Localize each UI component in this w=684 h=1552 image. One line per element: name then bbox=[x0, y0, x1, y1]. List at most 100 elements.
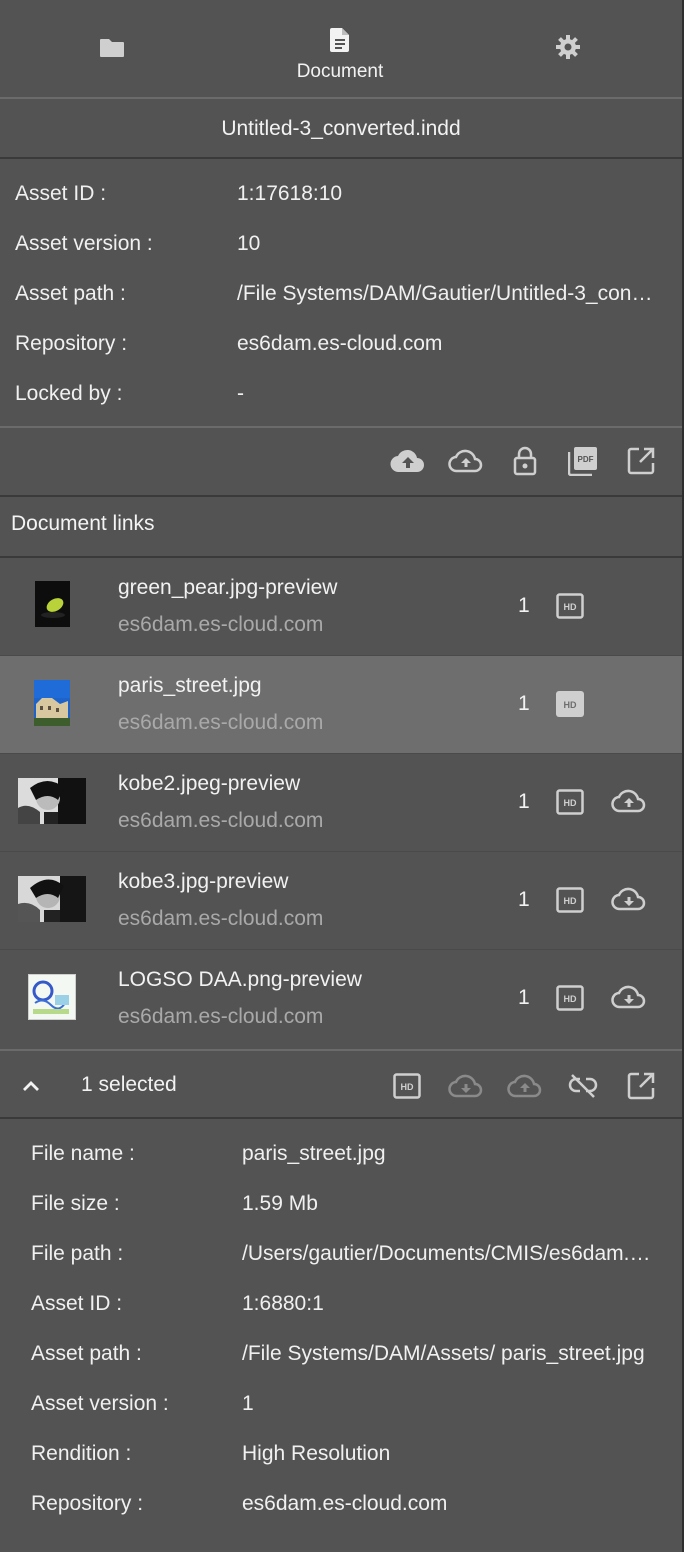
hd-icon[interactable]: HD bbox=[556, 691, 584, 722]
detail-asset-path-value: /File Systems/DAM/Assets/ paris_street.j… bbox=[242, 1342, 645, 1365]
divider bbox=[0, 97, 682, 99]
open-external-icon bbox=[627, 447, 655, 475]
link-count: 1 bbox=[518, 790, 530, 813]
prop-locked-by-label: Locked by : bbox=[15, 382, 123, 405]
prop-asset-id-label: Asset ID : bbox=[15, 182, 107, 205]
link-count: 1 bbox=[518, 888, 530, 911]
detail-rendition-label: Rendition : bbox=[31, 1442, 132, 1465]
detail-file-size-value: 1.59 Mb bbox=[242, 1192, 318, 1215]
divider bbox=[0, 157, 682, 159]
link-row-selected[interactable]: paris_street.jpg es6dam.es-cloud.com 1 H… bbox=[0, 656, 682, 754]
tab-folder[interactable] bbox=[62, 0, 162, 98]
link-repo: es6dam.es-cloud.com bbox=[118, 809, 324, 832]
document-title: Untitled-3_converted.indd bbox=[221, 117, 461, 140]
detail-asset-id-value: 1:6880:1 bbox=[242, 1292, 324, 1315]
detail-rendition-value: High Resolution bbox=[242, 1442, 391, 1465]
prop-asset-id-value: 1:17618:10 bbox=[237, 182, 343, 205]
hd-icon[interactable]: HD bbox=[556, 887, 584, 918]
rendition-button[interactable]: HD bbox=[387, 1066, 427, 1106]
document-links-title: Document links bbox=[11, 512, 155, 535]
link-count: 1 bbox=[518, 594, 530, 617]
selection-count: 1 selected bbox=[81, 1073, 177, 1096]
cloud-upload-icon bbox=[507, 1072, 543, 1100]
svg-text:HD: HD bbox=[564, 602, 577, 612]
detail-repository-value: es6dam.es-cloud.com bbox=[242, 1492, 448, 1515]
cloud-download-icon[interactable] bbox=[611, 885, 647, 918]
divider bbox=[0, 426, 682, 428]
export-pdf-button[interactable]: PDF bbox=[563, 441, 603, 481]
detail-asset-version-label: Asset version : bbox=[31, 1392, 169, 1415]
divider bbox=[0, 1117, 682, 1119]
link-repo: es6dam.es-cloud.com bbox=[118, 613, 324, 636]
cloud-download-icon[interactable] bbox=[611, 983, 647, 1016]
pdf-icon: PDF bbox=[568, 446, 598, 476]
link-thumbnail bbox=[18, 876, 86, 922]
detail-file-path-label: File path : bbox=[31, 1242, 124, 1265]
upload-button[interactable] bbox=[505, 1066, 545, 1106]
folder-icon bbox=[99, 36, 125, 63]
gear-icon bbox=[555, 34, 581, 65]
detail-asset-id-label: Asset ID : bbox=[31, 1292, 123, 1315]
link-count: 1 bbox=[518, 692, 530, 715]
check-in-button[interactable] bbox=[388, 441, 428, 481]
svg-text:HD: HD bbox=[564, 896, 577, 906]
detail-repository-label: Repository : bbox=[31, 1492, 144, 1515]
upload-button[interactable] bbox=[446, 441, 486, 481]
link-thumbnail bbox=[34, 680, 70, 726]
cloud-upload-icon[interactable] bbox=[611, 787, 647, 820]
tab-document[interactable]: Document bbox=[270, 0, 410, 98]
svg-text:PDF: PDF bbox=[578, 455, 594, 464]
detail-file-path-value: /Users/gautier/Documents/CMIS/es6dam.es-… bbox=[242, 1242, 662, 1265]
link-thumbnail bbox=[18, 778, 86, 824]
lock-button[interactable] bbox=[505, 441, 545, 481]
link-repo: es6dam.es-cloud.com bbox=[118, 711, 324, 734]
svg-text:HD: HD bbox=[401, 1082, 414, 1092]
link-row[interactable]: green_pear.jpg-preview es6dam.es-cloud.c… bbox=[0, 558, 682, 656]
prop-asset-path-label: Asset path : bbox=[15, 282, 126, 305]
hd-icon[interactable]: HD bbox=[556, 789, 584, 820]
prop-asset-path-value: /File Systems/DAM/Gautier/Untitled-3_con… bbox=[237, 282, 662, 305]
prop-repository-label: Repository : bbox=[15, 332, 128, 355]
detail-file-name-label: File name : bbox=[31, 1142, 135, 1165]
chevron-up-icon bbox=[21, 1079, 41, 1093]
link-name: green_pear.jpg-preview bbox=[118, 576, 338, 599]
svg-text:HD: HD bbox=[564, 700, 577, 710]
cloud-download-icon bbox=[448, 1072, 484, 1100]
hd-icon[interactable]: HD bbox=[556, 593, 584, 624]
prop-asset-version-value: 10 bbox=[237, 232, 261, 255]
detail-asset-version-value: 1 bbox=[242, 1392, 254, 1415]
detail-file-size-label: File size : bbox=[31, 1192, 120, 1215]
open-external-button[interactable] bbox=[621, 1066, 661, 1106]
open-external-icon bbox=[627, 1072, 655, 1100]
link-thumbnail bbox=[28, 974, 76, 1020]
svg-text:HD: HD bbox=[564, 994, 577, 1004]
tab-settings[interactable] bbox=[528, 0, 608, 98]
unlink-icon bbox=[568, 1071, 598, 1101]
collapse-button[interactable] bbox=[11, 1066, 51, 1106]
divider bbox=[0, 495, 682, 497]
link-name: kobe3.jpg-preview bbox=[118, 870, 289, 893]
unlink-button[interactable] bbox=[563, 1066, 603, 1106]
link-name: kobe2.jpeg-preview bbox=[118, 772, 301, 795]
link-name: paris_street.jpg bbox=[118, 674, 262, 697]
link-row[interactable]: kobe3.jpg-preview es6dam.es-cloud.com 1 … bbox=[0, 852, 682, 950]
link-repo: es6dam.es-cloud.com bbox=[118, 1005, 324, 1028]
download-button[interactable] bbox=[446, 1066, 486, 1106]
cloud-upload-outline-icon bbox=[448, 448, 484, 474]
link-name: LOGSO DAA.png-preview bbox=[118, 968, 362, 991]
link-row[interactable]: kobe2.jpeg-preview es6dam.es-cloud.com 1… bbox=[0, 754, 682, 852]
document-icon bbox=[330, 27, 350, 57]
link-row[interactable]: LOGSO DAA.png-preview es6dam.es-cloud.co… bbox=[0, 950, 682, 1048]
link-thumbnail bbox=[35, 581, 70, 627]
link-repo: es6dam.es-cloud.com bbox=[118, 907, 324, 930]
hd-icon: HD bbox=[393, 1073, 421, 1099]
detail-file-name-value: paris_street.jpg bbox=[242, 1142, 386, 1165]
open-external-button[interactable] bbox=[621, 441, 661, 481]
document-panel: Document Untitled-3_converted.indd Asset… bbox=[0, 0, 682, 1552]
prop-repository-value: es6dam.es-cloud.com bbox=[237, 332, 443, 355]
cloud-upload-solid-icon bbox=[390, 448, 426, 474]
hd-icon[interactable]: HD bbox=[556, 985, 584, 1016]
prop-asset-version-label: Asset version : bbox=[15, 232, 153, 255]
tab-bar: Document bbox=[0, 0, 682, 98]
tab-document-label: Document bbox=[296, 60, 384, 82]
